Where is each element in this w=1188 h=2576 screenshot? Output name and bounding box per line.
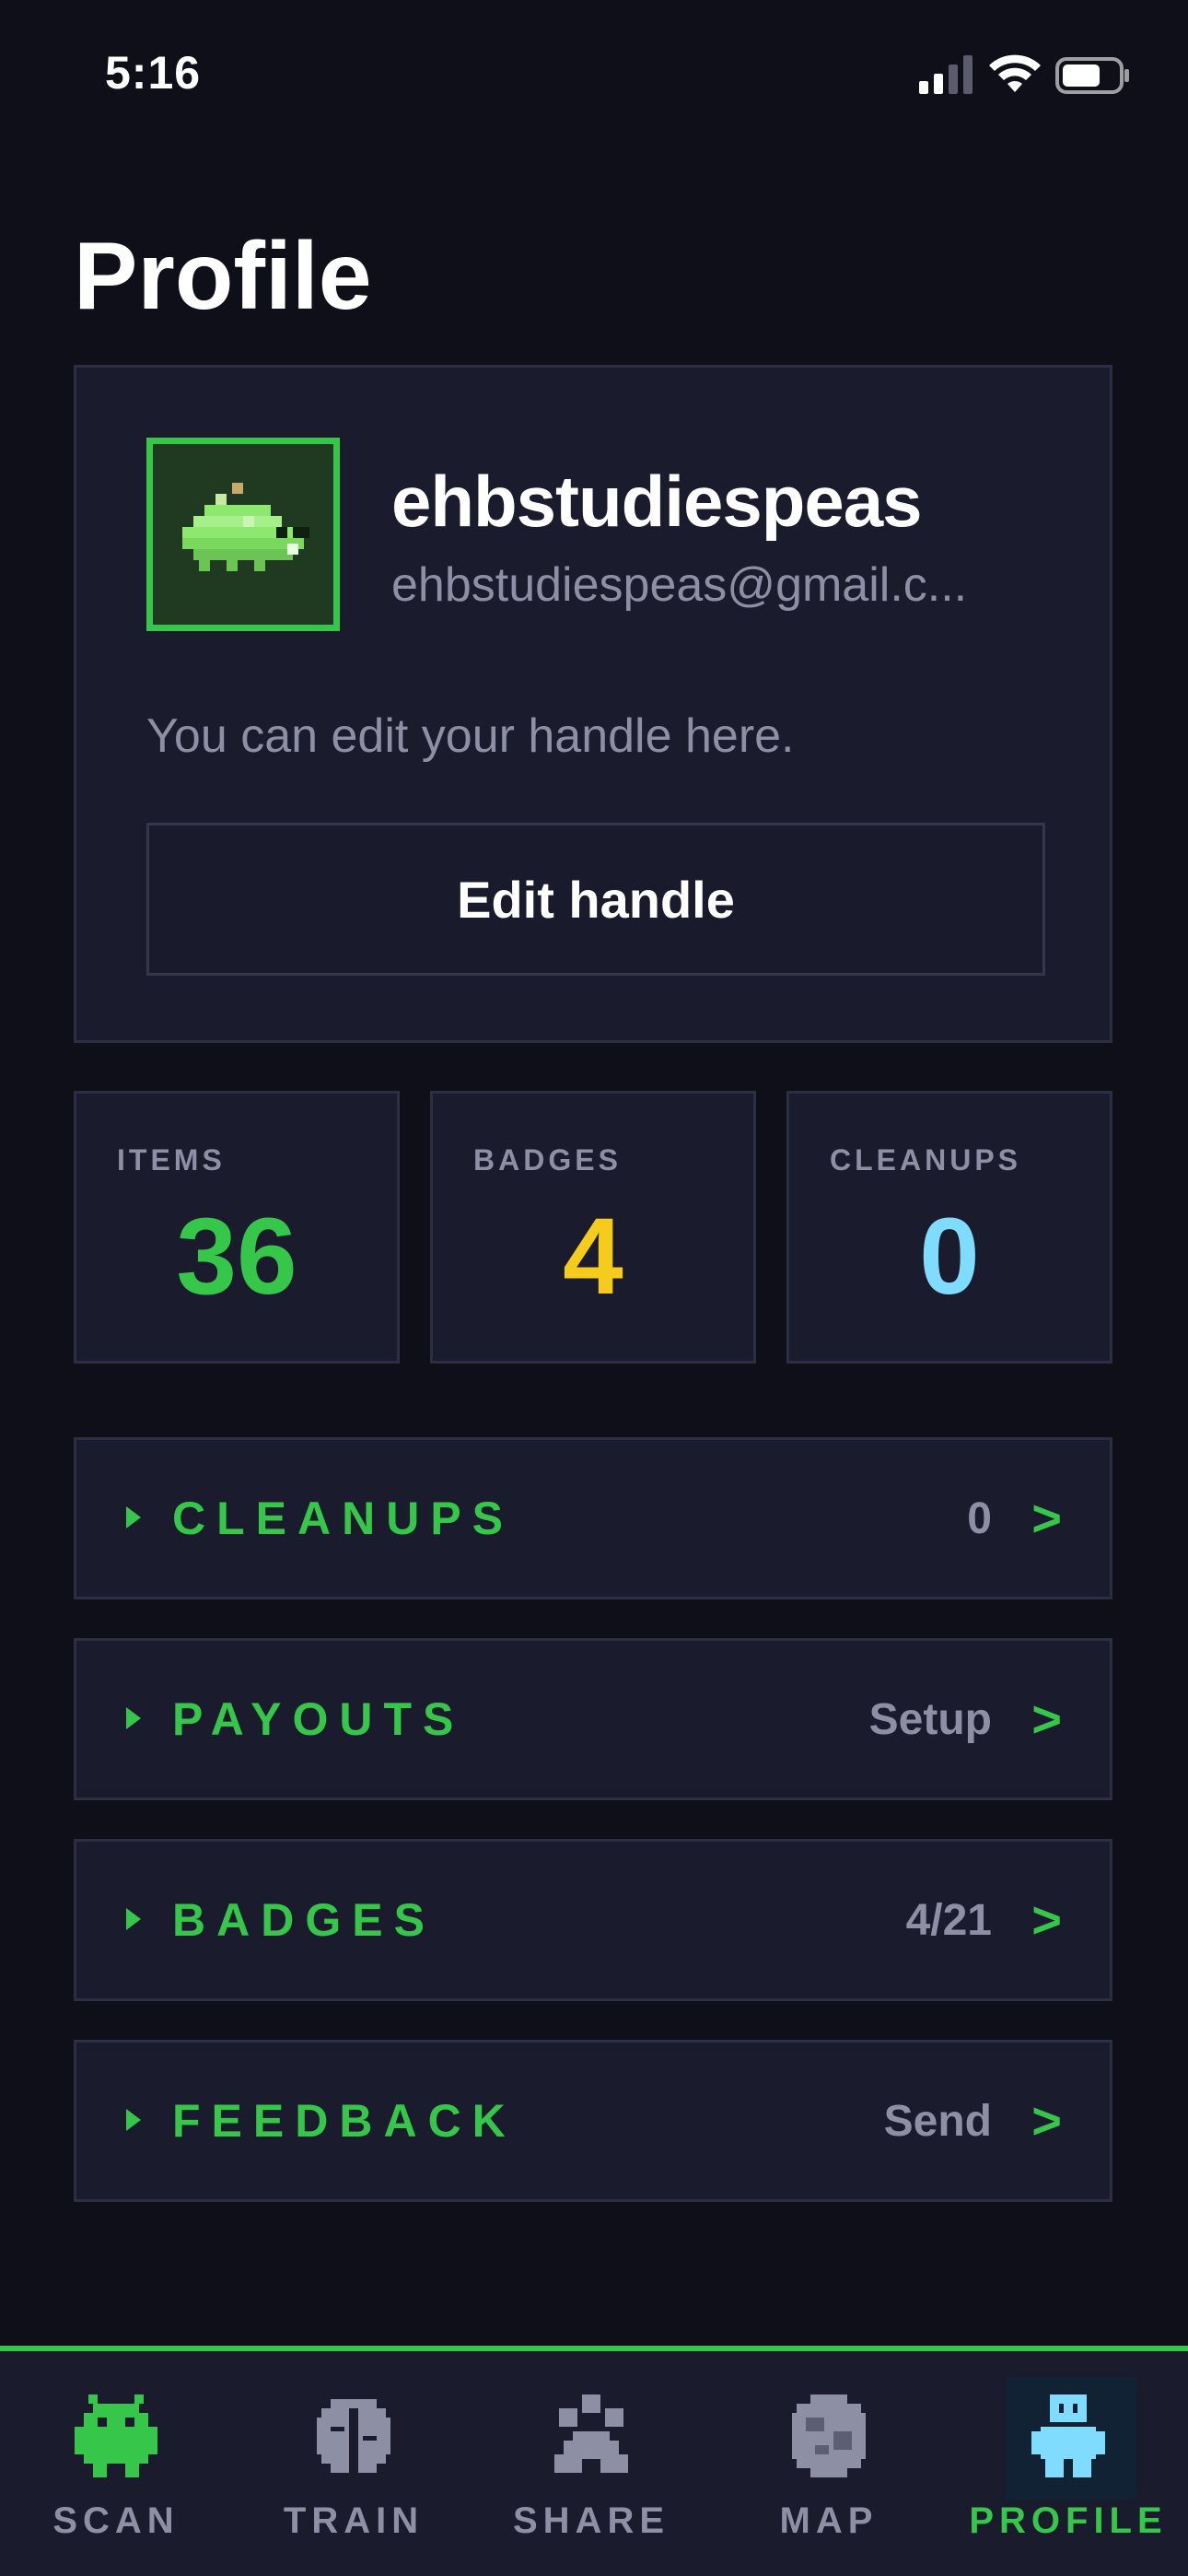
status-bar: 5:16 [0, 0, 1188, 147]
chevron-right-icon: > [1031, 1891, 1062, 1949]
tab-share[interactable]: SHARE [481, 2351, 702, 2576]
stat-label: ITEMS [117, 1143, 226, 1177]
paw-icon [554, 2395, 628, 2473]
username: ehbstudiespeas [391, 461, 923, 542]
avatar [146, 438, 340, 631]
tab-label: MAP [779, 2500, 879, 2541]
pixel-creature-icon [182, 483, 309, 571]
row-value: 4/21 [905, 1896, 992, 1945]
row-value: 0 [967, 1494, 992, 1543]
email: ehbstudiespeas@gmail.c... [391, 558, 968, 612]
stat-card-items: ITEMS 36 [74, 1091, 400, 1364]
chevron-right-icon: > [1031, 1489, 1062, 1547]
edit-handle-button[interactable]: Edit handle [146, 823, 1045, 976]
stat-value: 36 [176, 1196, 297, 1317]
stat-value: 0 [919, 1196, 980, 1317]
row-badges[interactable]: BADGES 4/21 > [74, 1839, 1112, 2001]
tab-scan[interactable]: SCAN [6, 2351, 227, 2576]
row-label: FEEDBACK [172, 2095, 517, 2147]
edit-handle-hint: You can edit your handle here. [146, 709, 795, 763]
row-value: Setup [868, 1695, 992, 1744]
row-cleanups[interactable]: CLEANUPS 0 > [74, 1437, 1112, 1599]
bullet-triangle-icon [126, 1707, 141, 1729]
wifi-icon [989, 54, 1041, 92]
globe-icon [792, 2395, 866, 2477]
row-payouts[interactable]: PAYOUTS Setup > [74, 1638, 1112, 1800]
profile-card: ehbstudiespeas ehbstudiespeas@gmail.c...… [74, 365, 1112, 1043]
tab-label: SCAN [52, 2500, 180, 2541]
row-value: Send [883, 2097, 992, 2146]
robot-person-icon [1031, 2395, 1105, 2477]
row-label: BADGES [172, 1894, 436, 1946]
stat-label: BADGES [473, 1143, 622, 1177]
alien-bug-icon [75, 2395, 157, 2477]
row-feedback[interactable]: FEEDBACK Send > [74, 2040, 1112, 2202]
bullet-triangle-icon [126, 1908, 141, 1930]
stat-label: CLEANUPS [830, 1143, 1022, 1177]
row-label: PAYOUTS [172, 1693, 465, 1745]
stat-card-badges: BADGES 4 [430, 1091, 756, 1364]
tab-train[interactable]: TRAIN [243, 2351, 464, 2576]
bottom-tab-bar: SCAN TRAIN SHARE MAP PROFILE [0, 2346, 1188, 2576]
bullet-triangle-icon [126, 1506, 141, 1528]
chevron-right-icon: > [1031, 2091, 1062, 2149]
page-title: Profile [74, 223, 372, 330]
tab-label: TRAIN [283, 2500, 425, 2541]
status-time: 5:16 [105, 47, 202, 99]
tab-map[interactable]: MAP [718, 2351, 939, 2576]
stat-value: 4 [563, 1196, 623, 1317]
row-label: CLEANUPS [172, 1493, 515, 1544]
bullet-triangle-icon [126, 2109, 141, 2131]
chevron-right-icon: > [1031, 1690, 1062, 1748]
cellular-signal-icon [919, 55, 973, 94]
tab-label: PROFILE [969, 2500, 1168, 2541]
brain-icon [317, 2399, 390, 2473]
tab-profile[interactable]: PROFILE [958, 2351, 1179, 2576]
battery-icon [1055, 57, 1129, 94]
stat-card-cleanups: CLEANUPS 0 [786, 1091, 1112, 1364]
tab-label: SHARE [512, 2500, 670, 2541]
